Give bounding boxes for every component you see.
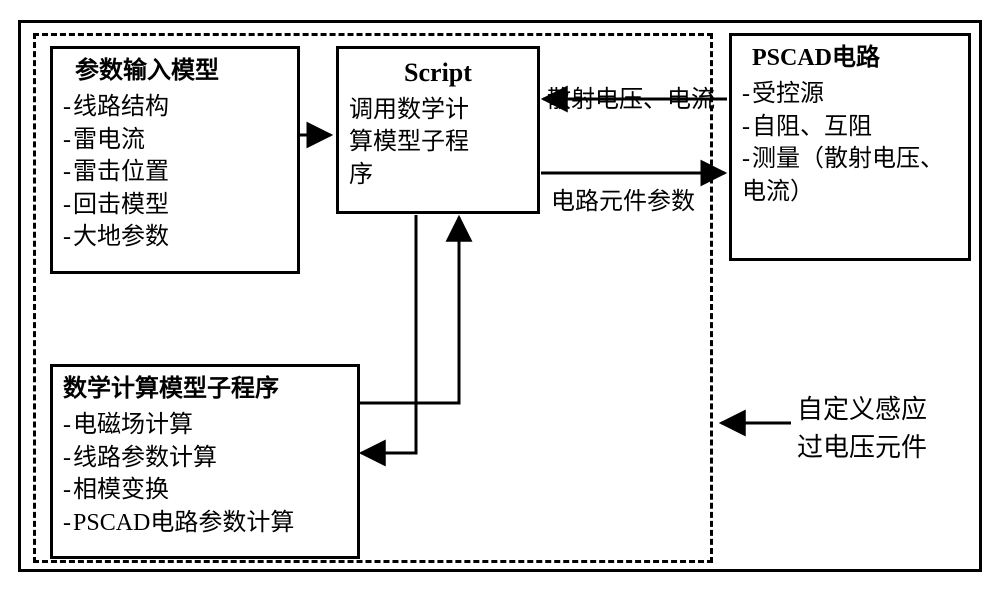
- script-body-line: 算模型子程: [349, 126, 527, 158]
- edge-label-scatter-vi: 散射电压、电流: [547, 79, 715, 114]
- caption-line: 自定义感应: [797, 391, 927, 429]
- list-item: 测量（散射电压、电流）: [742, 143, 958, 208]
- box-title: 参数输入模型: [63, 55, 287, 87]
- script-body-line: 序: [349, 159, 527, 191]
- list-item: 相模变换: [63, 474, 347, 506]
- pscad-list: 受控源 自阻、互阻 测量（散射电压、电流）: [742, 78, 958, 208]
- box-title: 数学计算模型子程序: [63, 373, 347, 405]
- script-body-line: 调用数学计: [349, 94, 527, 126]
- box-script: Script 调用数学计 算模型子程 序: [336, 46, 540, 214]
- box-parameter-input-model: 参数输入模型 线路结构 雷电流 雷击位置 回击模型 大地参数: [50, 46, 300, 274]
- param-list: 线路结构 雷电流 雷击位置 回击模型 大地参数: [63, 91, 287, 253]
- list-item: 雷击位置: [63, 156, 287, 188]
- outer-frame: 参数输入模型 线路结构 雷电流 雷击位置 回击模型 大地参数 Script 调用…: [18, 20, 982, 572]
- list-item: PSCAD电路参数计算: [63, 507, 347, 539]
- list-item: 大地参数: [63, 221, 287, 253]
- math-list: 电磁场计算 线路参数计算 相模变换 PSCAD电路参数计算: [63, 409, 347, 539]
- box-title: PSCAD电路: [742, 42, 958, 74]
- box-pscad-circuit: PSCAD电路 受控源 自阻、互阻 测量（散射电压、电流）: [729, 33, 971, 261]
- list-item: 雷电流: [63, 124, 287, 156]
- list-item: 线路结构: [63, 91, 287, 123]
- caption-custom-component: 自定义感应 过电压元件: [797, 391, 927, 466]
- edge-label-circuit-params: 电路元件参数: [551, 181, 695, 216]
- list-item: 受控源: [742, 78, 958, 110]
- list-item: 线路参数计算: [63, 442, 347, 474]
- box-title: Script: [349, 55, 527, 90]
- list-item: 自阻、互阻: [742, 111, 958, 143]
- box-math-subroutine: 数学计算模型子程序 电磁场计算 线路参数计算 相模变换 PSCAD电路参数计算: [50, 364, 360, 559]
- list-item: 回击模型: [63, 189, 287, 221]
- list-item: 电磁场计算: [63, 409, 347, 441]
- caption-line: 过电压元件: [797, 429, 927, 467]
